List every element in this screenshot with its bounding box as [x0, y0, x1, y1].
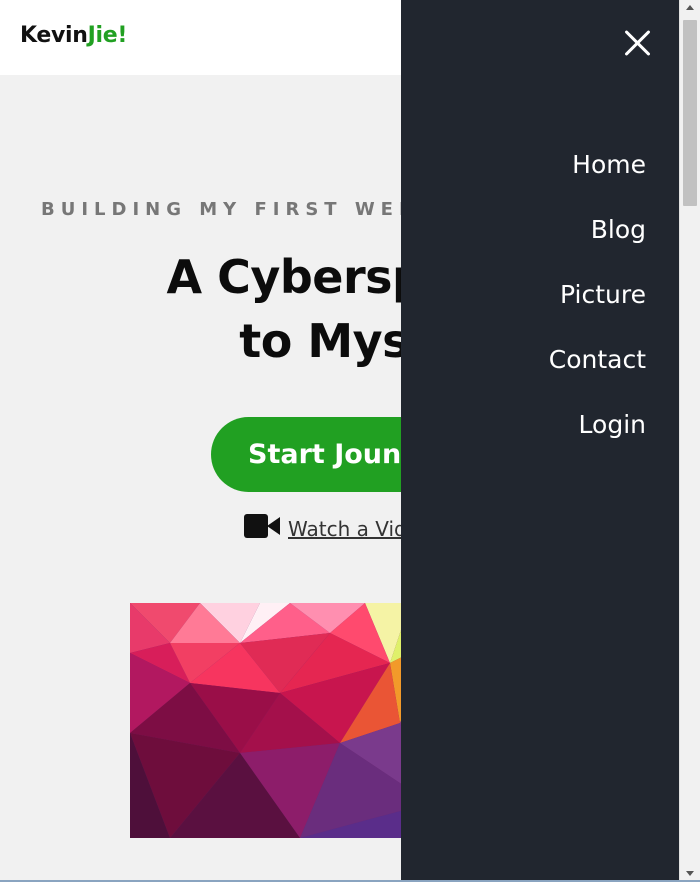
site-logo[interactable]: KevinJie! — [20, 23, 127, 48]
nav-item-picture[interactable]: Picture — [549, 262, 646, 327]
video-camera-icon — [244, 514, 280, 538]
scroll-down-icon[interactable] — [686, 871, 694, 876]
close-icon[interactable] — [621, 26, 655, 60]
nav-item-home[interactable]: Home — [549, 132, 646, 197]
nav-item-contact[interactable]: Contact — [549, 327, 646, 392]
nav-item-login[interactable]: Login — [549, 392, 646, 457]
logo-accent: Jie! — [87, 23, 128, 48]
logo-main: Kevin — [20, 23, 88, 48]
nav-menu: Home Blog Picture Contact Login — [549, 132, 646, 457]
vertical-scrollbar[interactable] — [679, 0, 700, 882]
scroll-up-icon[interactable] — [686, 5, 694, 10]
scroll-thumb[interactable] — [683, 20, 697, 206]
nav-drawer: Home Blog Picture Contact Login — [401, 0, 679, 882]
nav-item-blog[interactable]: Blog — [549, 197, 646, 262]
hero-subtitle: BUILDING MY FIRST WEB — [41, 199, 419, 220]
